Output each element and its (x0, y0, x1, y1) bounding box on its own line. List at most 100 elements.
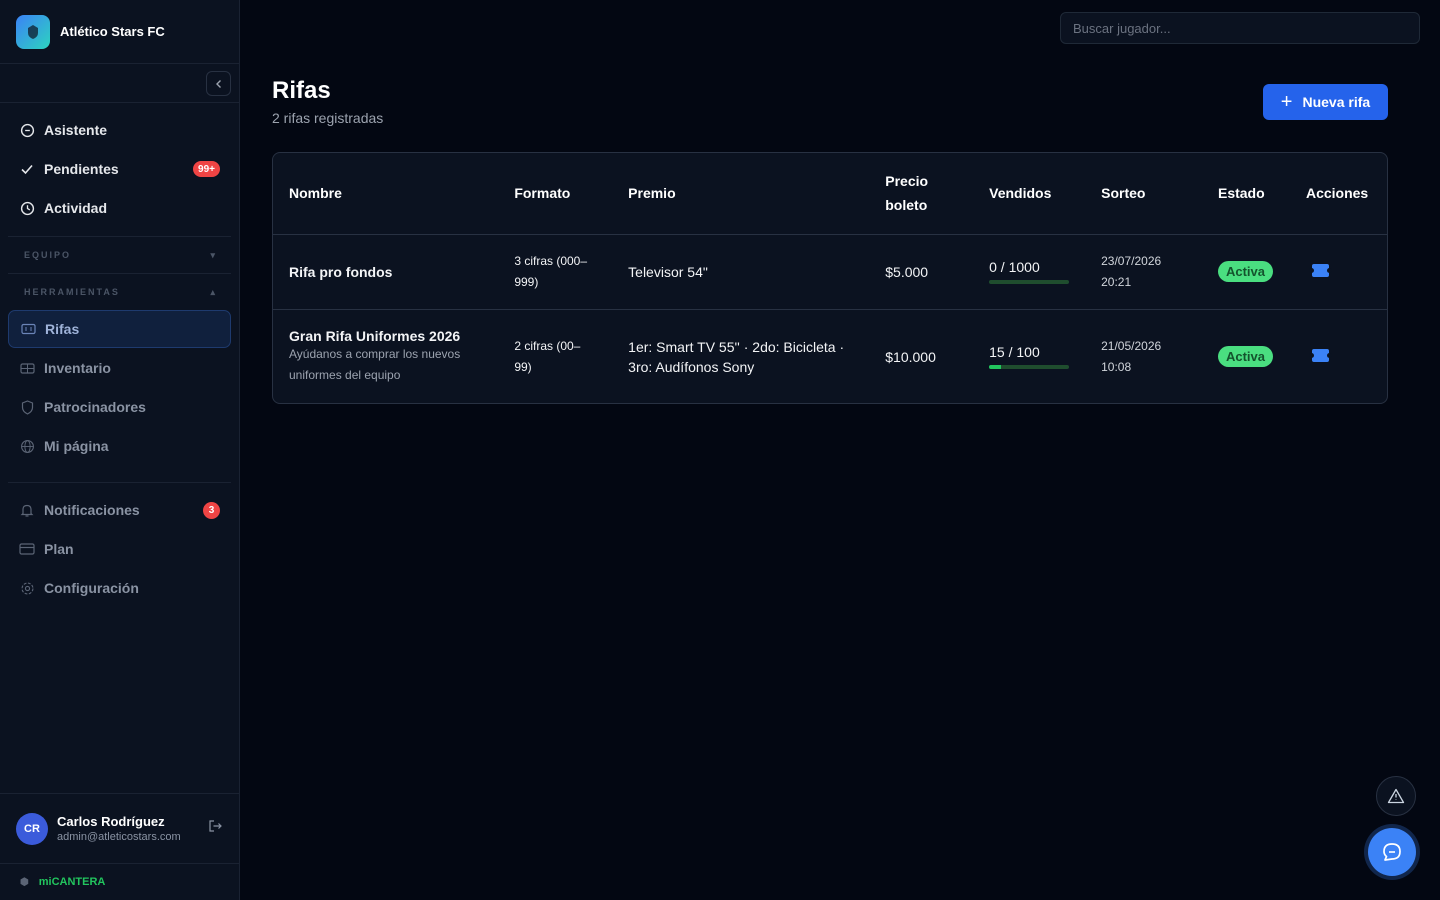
sidebar-item-pendientes[interactable]: Pendientes 99+ (8, 150, 231, 188)
pending-count-badge: 99+ (193, 161, 220, 177)
table-row[interactable]: Rifa pro fondos 3 cifras (000–999) Telev… (273, 234, 1387, 310)
chevron-left-icon (215, 79, 221, 88)
search-input[interactable] (1061, 13, 1419, 43)
report-issue-button[interactable] (1376, 776, 1416, 816)
bell-icon (19, 502, 35, 518)
sidebar: Atlético Stars FC Asistente Pendientes 9… (0, 0, 240, 900)
status-badge: Activa (1217, 346, 1274, 368)
plus-icon: + (1280, 91, 1293, 113)
sidebar-item-label: Notificaciones (44, 502, 140, 518)
assistant-chat-button[interactable] (1368, 828, 1416, 876)
gear-icon (19, 580, 35, 596)
user-name: Carlos Rodríguez (57, 814, 165, 829)
nav-tools: Rifas Inventario Patrocinadores Mi págin… (0, 310, 239, 474)
box-icon (19, 360, 35, 376)
raffle-name-cell: Rifa pro fondos (273, 234, 499, 310)
column-header[interactable]: Vendidos (973, 153, 1086, 235)
logout-icon[interactable] (208, 819, 223, 838)
brand[interactable]: Atlético Stars FC (0, 0, 239, 64)
actions-cell (1289, 234, 1387, 310)
section-equipo-toggle[interactable]: EQUIPO ▾ (8, 236, 231, 273)
chevron-up-icon: ▴ (210, 286, 215, 297)
clock-icon (19, 200, 35, 216)
column-header[interactable]: Formato (498, 153, 613, 235)
sidebar-divider (8, 482, 231, 483)
sold-cell: 0 / 1000 (973, 234, 1086, 310)
raffle-name-cell: Gran Rifa Uniformes 2026 Ayúdanos a comp… (273, 309, 498, 403)
status-cell: Activa (1202, 309, 1290, 403)
sidebar-item-plan[interactable]: Plan (8, 530, 231, 568)
sidebar-item-label: Patrocinadores (44, 399, 146, 415)
user-email: admin@atleticostars.com (57, 831, 181, 843)
section-label: HERRAMIENTAS (24, 287, 120, 297)
raffle-description: Ayúdanos a comprar los nuevos uniformes … (289, 346, 461, 382)
sidebar-item-configuracion[interactable]: Configuración (8, 569, 231, 607)
table-header-row: Nombre Formato Premio Precio boleto Vend… (273, 153, 1387, 235)
avatar: CR (16, 812, 48, 845)
card-icon (19, 541, 35, 557)
sold-progress-bar (989, 280, 1070, 284)
ticket-price: $5.000 (869, 234, 974, 310)
app-footer: ⬢ miCANTERA (0, 863, 239, 900)
collapse-row (0, 64, 239, 103)
chat-icon (19, 122, 35, 138)
sidebar-item-mi-pagina[interactable]: Mi página (8, 427, 231, 465)
warning-icon (1387, 788, 1405, 804)
status-cell: Activa (1201, 234, 1290, 310)
actions-cell (1290, 309, 1387, 403)
draw-date: 23/07/2026 20:21 (1085, 234, 1202, 310)
column-header[interactable]: Acciones (1289, 153, 1387, 235)
ticket-icon (20, 321, 36, 337)
column-header[interactable]: Premio (612, 153, 870, 235)
ticket-price: $10.000 (885, 348, 936, 365)
check-icon (19, 161, 35, 177)
section-herramientas-toggle[interactable]: HERRAMIENTAS ▴ (8, 273, 231, 310)
collapse-sidebar-button[interactable] (206, 71, 231, 96)
sidebar-item-actividad[interactable]: Actividad (8, 189, 231, 227)
nav-bottom: Notificaciones 3 Plan Configuración (0, 491, 239, 616)
sold-progress-fill (989, 365, 1002, 370)
sidebar-item-label: Asistente (44, 122, 108, 138)
chat-icon (1383, 843, 1401, 861)
raffles-table: Nombre Formato Premio Precio boleto Vend… (272, 152, 1388, 404)
brand-name: Atlético Stars FC (60, 24, 165, 39)
draw-date: 21/05/2026 10:08 (1101, 338, 1162, 374)
table-row[interactable]: Gran Rifa Uniformes 2026 Ayúdanos a comp… (273, 309, 1387, 403)
sidebar-item-label: Plan (44, 541, 74, 557)
new-raffle-button[interactable]: + Nueva rifa (1263, 84, 1388, 120)
raffle-name: Rifa pro fondos (289, 263, 393, 280)
search-box (1060, 12, 1420, 44)
raffle-format: 3 cifras (000–999) (498, 234, 613, 310)
new-raffle-label: Nueva rifa (1302, 94, 1371, 110)
column-header[interactable]: Nombre (273, 153, 499, 235)
sidebar-item-label: Rifas (45, 321, 80, 337)
raffle-prize: Televisor 54" (612, 234, 870, 310)
sidebar-item-patrocinadores[interactable]: Patrocinadores (8, 388, 231, 426)
sidebar-item-rifas[interactable]: Rifas (8, 310, 231, 348)
user-info: Carlos Rodríguez admin@atleticostars.com (57, 814, 208, 843)
chevron-down-icon: ▾ (210, 249, 215, 260)
column-header[interactable]: Precio boleto (869, 153, 974, 235)
user-profile[interactable]: CR Carlos Rodríguez admin@atleticostars.… (0, 793, 239, 863)
sidebar-item-inventario[interactable]: Inventario (8, 349, 231, 387)
sidebar-item-label: Mi página (44, 438, 109, 454)
sidebar-item-notificaciones[interactable]: Notificaciones 3 (8, 491, 231, 529)
sold-progress-bar (989, 365, 1070, 370)
globe-icon (19, 438, 35, 454)
status-badge: Activa (1217, 261, 1274, 282)
nav-top: Asistente Pendientes 99+ Actividad (0, 103, 239, 236)
sold-count: 15 / 100 (989, 344, 1040, 361)
sidebar-item-label: Actividad (44, 200, 108, 216)
sidebar-item-label: Pendientes (44, 161, 119, 177)
raffle-prize: 1er: Smart TV 55'' · 2do: Bicicleta · 3r… (628, 338, 845, 375)
section-label: EQUIPO (24, 250, 72, 260)
sidebar-item-asistente[interactable]: Asistente (8, 111, 231, 149)
manage-tickets-icon[interactable] (1308, 348, 1332, 362)
notifications-count-badge: 3 (203, 502, 220, 519)
page-title: Rifas (272, 77, 331, 104)
sold-count: 0 / 1000 (989, 259, 1040, 275)
manage-tickets-icon[interactable] (1308, 263, 1332, 277)
column-header[interactable]: Estado (1201, 153, 1290, 235)
column-header[interactable]: Sorteo (1085, 153, 1202, 235)
club-logo-icon (16, 14, 50, 49)
